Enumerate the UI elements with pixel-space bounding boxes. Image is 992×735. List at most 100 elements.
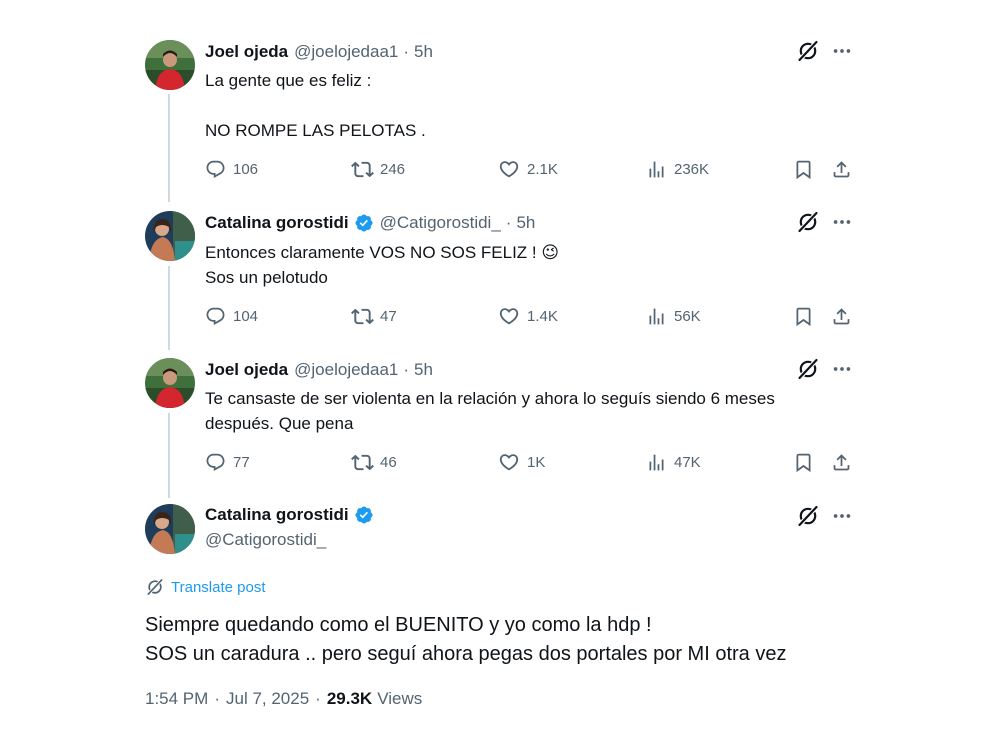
reply-count: 77 <box>233 453 250 471</box>
heart-icon <box>497 304 521 328</box>
user-handle[interactable]: @Catigorostidi_ <box>205 530 326 550</box>
tweet-header: Catalina gorostidi @Catigorostidi_ · 5h <box>205 211 535 235</box>
grok-icon[interactable] <box>795 38 821 64</box>
reply-count: 104 <box>233 307 259 325</box>
retweet-icon <box>350 450 374 474</box>
tweet-text: La gente que es feliz : NO ROMPE LAS PEL… <box>205 71 426 140</box>
separator-dot: · <box>315 689 321 708</box>
translate-post-link[interactable]: Translate post <box>145 577 266 597</box>
bookmark-icon <box>791 304 815 328</box>
retweet-icon <box>350 157 374 181</box>
display-name[interactable]: Catalina gorostidi <box>205 213 349 233</box>
user-handle[interactable]: @joelojedaa1 <box>294 42 398 62</box>
reply-button[interactable]: 106 <box>203 157 258 181</box>
views-count: 47K <box>674 453 701 471</box>
tweet-top-icons <box>795 503 855 529</box>
share-icon <box>829 304 853 328</box>
like-button[interactable]: 1K <box>497 450 545 474</box>
main-tweet-author: Catalina gorostidi <box>205 505 374 525</box>
reply-button[interactable]: 77 <box>203 450 250 474</box>
views-button[interactable]: 236K <box>644 157 709 181</box>
user-handle[interactable]: @Catigorostidi_ <box>380 213 501 233</box>
avatar[interactable] <box>145 504 195 554</box>
like-button[interactable]: 1.4K <box>497 304 558 328</box>
display-name[interactable]: Joel ojeda <box>205 360 288 380</box>
tweet-text: Te cansaste de ser violenta en la relaci… <box>205 389 775 433</box>
separator-dot: · <box>403 42 410 61</box>
bookmark-icon <box>791 157 815 181</box>
separator-dot: · <box>403 360 410 379</box>
like-count: 2.1K <box>527 160 558 178</box>
avatar[interactable] <box>145 358 195 408</box>
reply-count: 106 <box>233 160 259 178</box>
translate-icon <box>145 577 165 597</box>
reply-icon <box>203 304 227 328</box>
more-icon[interactable] <box>829 503 855 529</box>
grok-icon[interactable] <box>795 503 821 529</box>
views-total: 29.3K <box>326 689 373 708</box>
views-label: Views <box>377 689 423 708</box>
tweet-actions: 77 46 1K 47K <box>203 450 853 474</box>
more-icon[interactable] <box>829 356 855 382</box>
display-name[interactable]: Catalina gorostidi <box>205 505 349 525</box>
grok-icon[interactable] <box>795 356 821 382</box>
retweet-button[interactable]: 46 <box>350 450 397 474</box>
share-icon <box>829 450 853 474</box>
timestamp[interactable]: 5h <box>414 42 433 62</box>
views-count: 56K <box>674 307 701 325</box>
heart-icon <box>497 450 521 474</box>
thread-line <box>168 94 170 202</box>
retweet-button[interactable]: 246 <box>350 157 405 181</box>
views-count: 236K <box>674 160 710 178</box>
user-handle[interactable]: @joelojedaa1 <box>294 360 398 380</box>
post-date[interactable]: Jul 7, 2025 <box>226 689 309 709</box>
thread-line <box>168 266 170 350</box>
tweet-actions: 106 246 2.1K 236K <box>203 157 853 181</box>
views-icon <box>644 450 668 474</box>
bookmark-icon <box>791 450 815 474</box>
retweet-count: 246 <box>380 160 406 178</box>
avatar[interactable] <box>145 211 195 261</box>
separator-dot: · <box>214 689 220 708</box>
like-button[interactable]: 2.1K <box>497 157 558 181</box>
tweet-header: Joel ojeda @joelojedaa1 · 5h <box>205 358 433 382</box>
views-button[interactable]: 56K <box>644 304 701 328</box>
tweet-header: Joel ojeda @joelojedaa1 · 5h <box>205 40 433 64</box>
tweet-text: Siempre quedando como el BUENITO y yo co… <box>145 614 787 665</box>
grok-icon[interactable] <box>795 209 821 235</box>
more-icon[interactable] <box>829 38 855 64</box>
retweet-button[interactable]: 47 <box>350 304 397 328</box>
tweet-top-icons <box>795 209 855 235</box>
display-name[interactable]: Joel ojeda <box>205 42 288 62</box>
reply-icon <box>203 450 227 474</box>
verified-badge-icon <box>354 213 374 233</box>
views-button[interactable]: 47K <box>644 450 701 474</box>
more-icon[interactable] <box>829 209 855 235</box>
separator-dot: · <box>505 213 512 232</box>
reply-button[interactable]: 104 <box>203 304 258 328</box>
tweet-top-icons <box>795 38 855 64</box>
timestamp[interactable]: 5h <box>414 360 433 380</box>
tweet-meta: 1:54 PM · Jul 7, 2025 · 29.3K Views <box>145 689 422 709</box>
reply-icon <box>203 157 227 181</box>
thread-line <box>168 413 170 498</box>
avatar[interactable] <box>145 40 195 90</box>
share-icon <box>829 157 853 181</box>
post-time[interactable]: 1:54 PM <box>145 689 208 709</box>
verified-badge-icon <box>354 505 374 525</box>
share-button[interactable] <box>829 304 853 328</box>
share-button[interactable] <box>829 157 853 181</box>
timestamp[interactable]: 5h <box>516 213 535 233</box>
like-count: 1K <box>527 453 546 471</box>
bookmark-button[interactable] <box>791 304 815 328</box>
heart-icon <box>497 157 521 181</box>
bookmark-button[interactable] <box>791 157 815 181</box>
retweet-count: 47 <box>380 307 397 325</box>
bookmark-button[interactable] <box>791 450 815 474</box>
retweet-icon <box>350 304 374 328</box>
tweet-actions: 104 47 1.4K 56K <box>203 304 853 328</box>
views-icon <box>644 157 668 181</box>
tweet-top-icons <box>795 356 855 382</box>
translate-label: Translate post <box>171 578 266 596</box>
share-button[interactable] <box>829 450 853 474</box>
